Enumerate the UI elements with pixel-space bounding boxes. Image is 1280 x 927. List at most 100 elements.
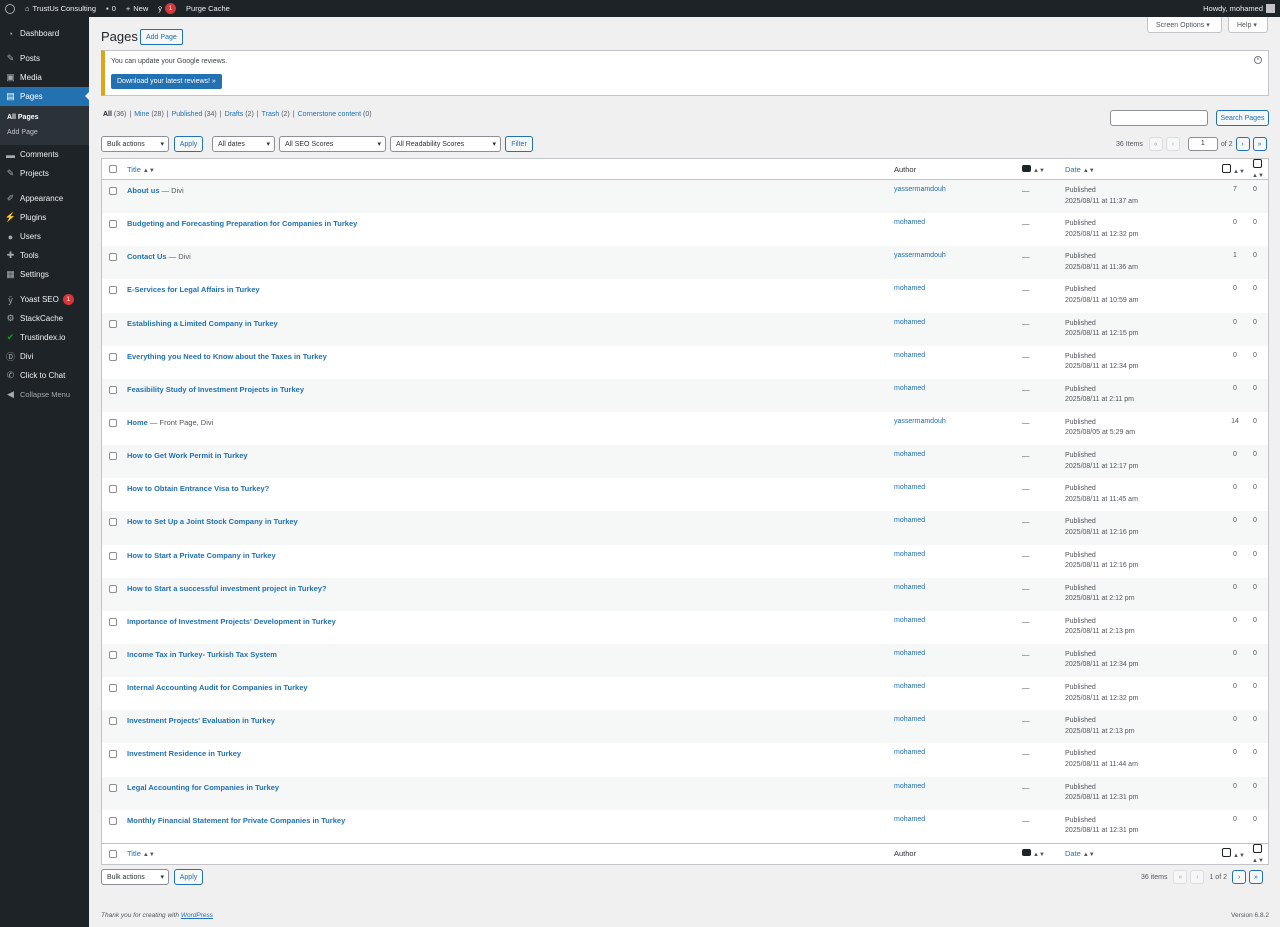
author-link[interactable]: mohamed (894, 352, 925, 359)
apply-button[interactable]: Apply (174, 136, 203, 152)
page-title-link[interactable]: How to Get Work Permit in Turkey (127, 451, 248, 460)
page-title-link[interactable]: How to Set Up a Joint Stock Company in T… (127, 517, 298, 526)
author-link[interactable]: mohamed (894, 484, 925, 491)
last-page-button[interactable]: » (1248, 870, 1263, 884)
select-all-checkbox[interactable] (109, 165, 117, 173)
filter-published[interactable]: Published (34) (172, 111, 217, 118)
filter-all[interactable]: All (36) (103, 111, 126, 118)
submenu-all-pages[interactable]: All Pages (0, 110, 89, 125)
sidebar-item-pages[interactable]: ▤ Pages (0, 87, 89, 106)
page-title-link[interactable]: Investment Projects' Evaluation in Turke… (127, 716, 275, 725)
author-link[interactable]: mohamed (894, 219, 925, 226)
row-checkbox[interactable] (109, 584, 117, 593)
sidebar-item-settings[interactable]: ▦ Settings (0, 265, 89, 284)
site-name-link[interactable]: ⌂ TrustUs Consulting (20, 0, 101, 17)
filter-button[interactable]: Filter (505, 136, 533, 152)
comments-link[interactable]: ▪ 0 (101, 0, 121, 17)
column-comments[interactable]: ▲▼ (1022, 164, 1045, 174)
sidebar-item-media[interactable]: ▣ Media (0, 68, 89, 87)
author-link[interactable]: mohamed (894, 385, 925, 392)
seo-scores-select[interactable]: All SEO Scores (279, 136, 386, 152)
column-comments[interactable]: ▲▼ (1022, 849, 1045, 858)
filter-mine[interactable]: Mine (28) (134, 111, 164, 118)
sidebar-item-projects[interactable]: ✎ Projects (0, 164, 89, 183)
sidebar-item-trustindex[interactable]: ✔ Trustindex.io (0, 328, 89, 347)
sidebar-item-comments[interactable]: ▬ Comments (0, 145, 89, 164)
column-internal-links[interactable]: ▲▼ (1222, 163, 1245, 175)
author-link[interactable]: mohamed (894, 716, 925, 723)
author-link[interactable]: mohamed (894, 584, 925, 591)
page-title-link[interactable]: Monthly Financial Statement for Private … (127, 816, 345, 825)
author-link[interactable]: mohamed (894, 650, 925, 657)
sidebar-item-appearance[interactable]: ✐ Appearance (0, 189, 89, 208)
add-page-button[interactable]: Add Page (140, 29, 183, 45)
row-checkbox[interactable] (109, 650, 117, 659)
sidebar-item-plugins[interactable]: ⚡ Plugins (0, 208, 89, 227)
help-button[interactable]: Help ▾ (1228, 17, 1268, 33)
row-checkbox[interactable] (109, 418, 117, 427)
prev-page-button[interactable]: ‹ (1165, 137, 1180, 151)
row-checkbox[interactable] (109, 783, 117, 792)
page-title-link[interactable]: Importance of Investment Projects' Devel… (127, 617, 336, 626)
sidebar-item-stackcache[interactable]: ⚙ StackCache (0, 309, 89, 328)
author-link[interactable]: mohamed (894, 816, 925, 823)
author-link[interactable]: mohamed (894, 683, 925, 690)
row-checkbox[interactable] (109, 319, 117, 328)
row-checkbox[interactable] (109, 551, 117, 560)
row-checkbox[interactable] (109, 352, 117, 361)
sidebar-item-yoast-seo[interactable]: ȳ Yoast SEO 1 (0, 290, 89, 309)
wordpress-link[interactable]: WordPress (181, 912, 213, 919)
sidebar-item-dashboard[interactable]: ◔ Dashboard (0, 24, 89, 43)
row-checkbox[interactable] (109, 518, 117, 527)
row-checkbox[interactable] (109, 617, 117, 626)
sidebar-item-tools[interactable]: ✚ Tools (0, 246, 89, 265)
author-link[interactable]: mohamed (894, 617, 925, 624)
user-account-link[interactable]: Howdy, mohamed (1198, 0, 1280, 17)
page-title-link[interactable]: Investment Residence in Turkey (127, 749, 241, 758)
readability-select[interactable]: All Readability Scores (390, 136, 501, 152)
bulk-actions-select[interactable]: Bulk actions (101, 136, 169, 152)
select-all-checkbox[interactable] (109, 849, 117, 858)
filter-cornerstone[interactable]: Cornerstone content (0) (298, 111, 372, 118)
author-link[interactable]: yassermamdouh (894, 252, 946, 259)
search-pages-button[interactable]: Search Pages (1216, 110, 1269, 126)
author-link[interactable]: mohamed (894, 285, 925, 292)
collapse-menu-button[interactable]: ◀ Collapse Menu (0, 385, 89, 404)
last-page-button[interactable]: » (1252, 137, 1267, 151)
page-title-link[interactable]: E-Services for Legal Affairs in Turkey (127, 285, 260, 294)
author-link[interactable]: yassermamdouh (894, 418, 946, 425)
purge-cache-link[interactable]: Purge Cache (181, 0, 235, 17)
row-checkbox[interactable] (109, 816, 117, 825)
page-title-link[interactable]: How to Start a Private Company in Turkey (127, 551, 276, 560)
author-link[interactable]: mohamed (894, 319, 925, 326)
filter-trash[interactable]: Trash (2) (262, 111, 290, 118)
dismiss-icon[interactable]: × (1254, 56, 1262, 64)
bulk-actions-select-bottom[interactable]: Bulk actions (101, 869, 169, 885)
row-checkbox[interactable] (109, 253, 117, 262)
submenu-add-page[interactable]: Add Page (0, 125, 89, 140)
dates-select[interactable]: All dates (212, 136, 275, 152)
column-date[interactable]: Date ▲▼ (1065, 165, 1095, 174)
page-title-link[interactable]: Internal Accounting Audit for Companies … (127, 683, 308, 692)
next-page-button[interactable]: › (1235, 137, 1250, 151)
new-content-link[interactable]: + New (121, 0, 153, 17)
page-title-link[interactable]: Legal Accounting for Companies in Turkey (127, 783, 279, 792)
sidebar-item-users[interactable]: ● Users (0, 227, 89, 246)
prev-page-button[interactable]: ‹ (1190, 870, 1205, 884)
wordpress-logo-icon[interactable] (0, 0, 20, 17)
column-internal-links[interactable]: ▲▼ (1222, 848, 1245, 859)
page-title-link[interactable]: How to Obtain Entrance Visa to Turkey? (127, 484, 269, 493)
row-checkbox[interactable] (109, 750, 117, 759)
author-link[interactable]: mohamed (894, 451, 925, 458)
column-title[interactable]: Title ▲▼ (127, 849, 155, 858)
row-checkbox[interactable] (109, 187, 117, 195)
first-page-button[interactable]: « (1148, 137, 1163, 151)
row-checkbox[interactable] (109, 220, 117, 229)
screen-options-button[interactable]: Screen Options ▾ (1147, 17, 1222, 33)
yoast-adminbar-link[interactable]: ȳ1 (153, 0, 181, 17)
column-incoming-links[interactable]: ▲▼ (1246, 843, 1268, 864)
column-incoming-links[interactable]: ▲▼ (1246, 159, 1268, 179)
page-title-link[interactable]: Feasibility Study of Investment Projects… (127, 385, 304, 394)
author-link[interactable]: yassermamdouh (894, 186, 946, 193)
current-page-input[interactable]: 1 (1187, 137, 1218, 151)
